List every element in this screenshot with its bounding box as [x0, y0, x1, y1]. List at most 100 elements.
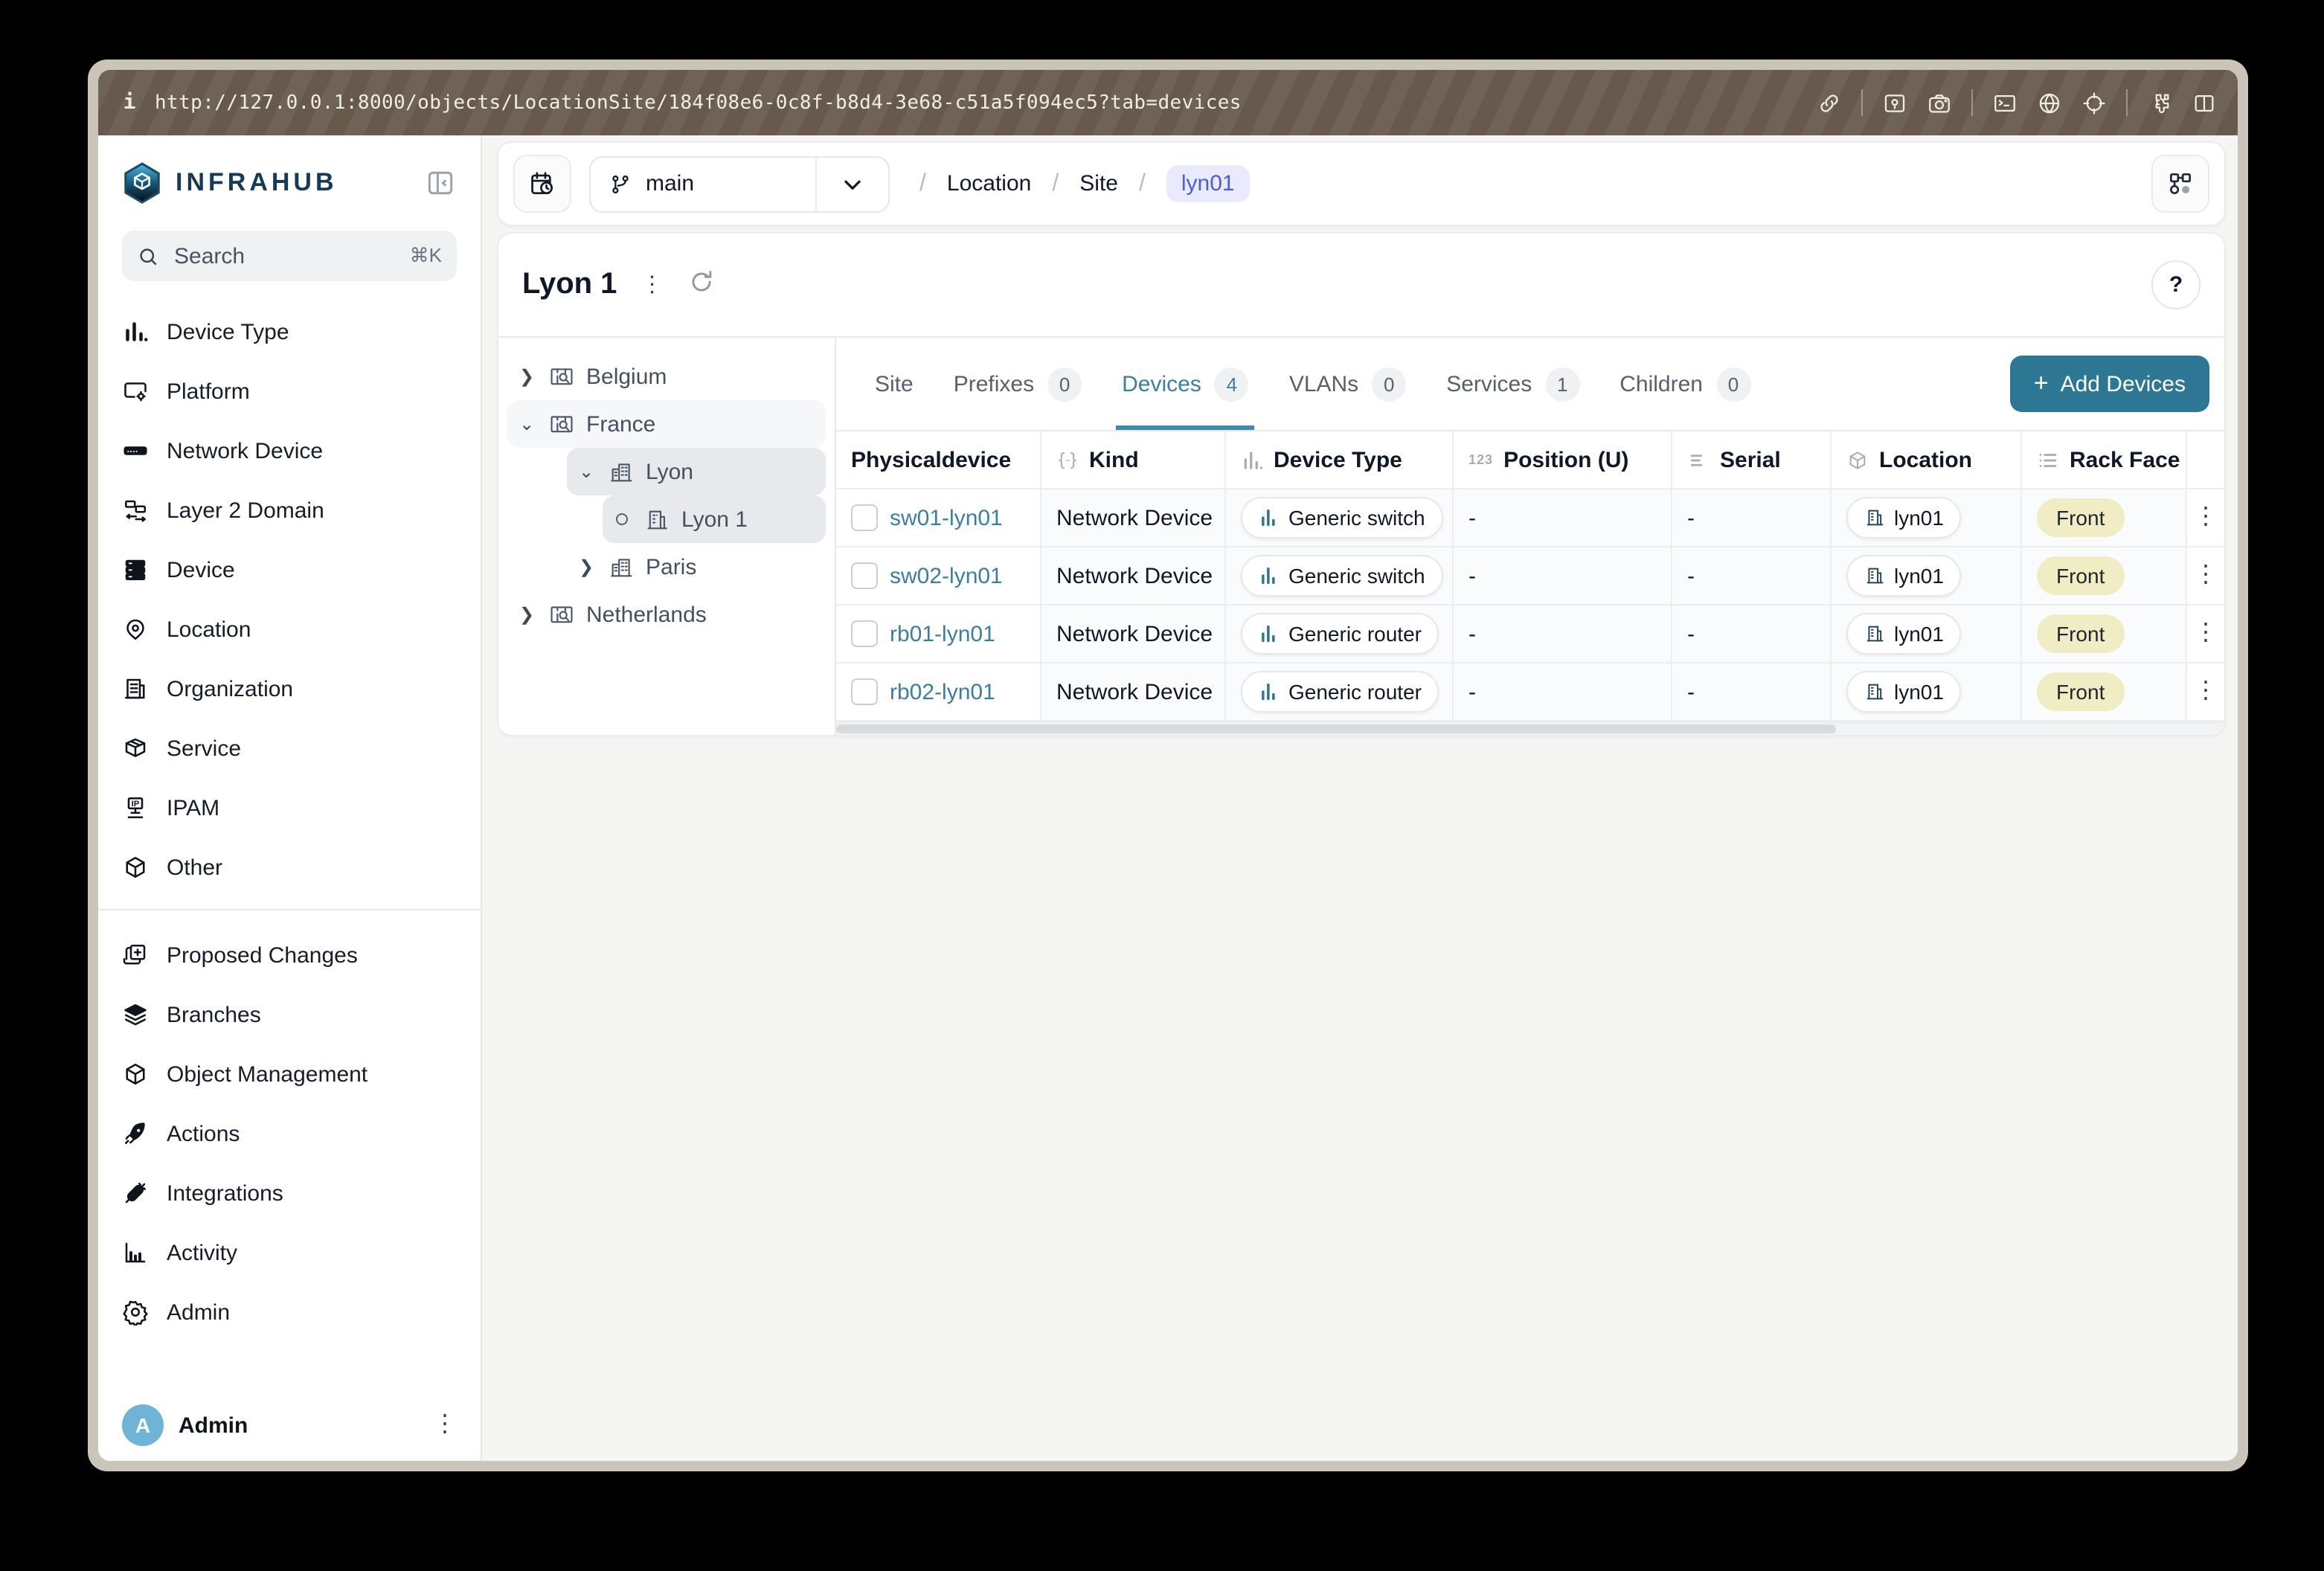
sidebar-item-admin[interactable]: Admin	[122, 1282, 457, 1342]
tab-site[interactable]: Site	[875, 338, 914, 430]
column-header-location[interactable]: Location	[1832, 431, 2022, 489]
tab-children[interactable]: Children0	[1620, 338, 1750, 430]
activity-chart-icon	[122, 1239, 149, 1266]
camera-icon[interactable]	[1927, 90, 1952, 115]
row-kebab-icon[interactable]: ⋮	[2194, 506, 2218, 530]
column-header-kind[interactable]: Kind	[1041, 431, 1226, 489]
row-checkbox[interactable]	[851, 620, 878, 647]
sidebar-item-service[interactable]: Service	[122, 719, 457, 778]
sidebar-item-network-device[interactable]: Network Device	[122, 421, 457, 481]
tree-item-label: Paris	[646, 554, 696, 579]
tree-item-belgium[interactable]: ❯ Belgium	[507, 353, 826, 400]
device-type-chip[interactable]: Generic router	[1241, 671, 1439, 713]
tree-item-netherlands[interactable]: ❯ Netherlands	[507, 591, 826, 638]
sidebar-item-label: Proposed Changes	[167, 942, 358, 968]
device-link[interactable]: sw01-lyn01	[890, 505, 1003, 530]
breadcrumb-item-location[interactable]: Location	[947, 171, 1031, 196]
table-row-cell-location: lyn01	[1832, 664, 2022, 722]
infrahub-logo-icon	[122, 161, 162, 205]
tree-item-france[interactable]: ⌄ France	[507, 400, 826, 448]
sidebar-item-integrations[interactable]: Integrations	[122, 1163, 457, 1223]
tabs: Site Prefixes0 Devices4 VLANs0 Services1…	[836, 338, 2224, 430]
scrollbar-thumb[interactable]	[836, 725, 1836, 733]
sidebar-item-label: Layer 2 Domain	[167, 498, 324, 523]
image-icon[interactable]	[1882, 90, 1907, 115]
sidebar-item-ipam[interactable]: IPIPAM	[122, 778, 457, 838]
sidebar-item-layer-2-domain[interactable]: Layer 2 Domain	[122, 481, 457, 540]
row-kebab-icon[interactable]: ⋮	[2194, 564, 2218, 588]
help-button[interactable]: ?	[2151, 260, 2201, 309]
device-link[interactable]: sw02-lyn01	[890, 563, 1003, 588]
calendar-clock-icon	[528, 170, 556, 198]
tab-services[interactable]: Services1	[1446, 338, 1579, 430]
device-link[interactable]: rb02-lyn01	[890, 679, 995, 704]
tab-vlans[interactable]: VLANs0	[1289, 338, 1406, 430]
column-header-device-type[interactable]: Device Type	[1226, 431, 1454, 489]
device-type-chip[interactable]: Generic switch	[1241, 497, 1443, 539]
sidebar-item-organization[interactable]: Organization	[122, 659, 457, 719]
column-header-rack-face[interactable]: Rack Face	[2022, 431, 2187, 489]
user-row[interactable]: A Admin ⋮	[122, 1392, 457, 1446]
row-kebab-icon[interactable]: ⋮	[2194, 680, 2218, 704]
breadcrumb-item-site[interactable]: Site	[1079, 171, 1118, 196]
tab-prefixes[interactable]: Prefixes0	[954, 338, 1082, 430]
city-icon	[609, 554, 634, 579]
sidebar-item-activity[interactable]: Activity	[122, 1223, 457, 1282]
server-icon	[122, 437, 149, 464]
puzzle-icon[interactable]	[2147, 90, 2172, 115]
chart-bar-icon	[1259, 681, 1280, 702]
location-chip[interactable]: lyn01	[1846, 613, 1962, 655]
location-chip[interactable]: lyn01	[1846, 671, 1962, 713]
tree-item-lyon[interactable]: ⌄ Lyon	[567, 448, 826, 495]
row-checkbox[interactable]	[851, 504, 878, 531]
terminal-icon[interactable]	[1992, 90, 2018, 115]
tab-devices[interactable]: Devices4	[1122, 338, 1249, 430]
title-kebab-icon[interactable]: ⋮	[641, 274, 663, 296]
collapse-sidebar-icon[interactable]	[424, 167, 457, 199]
target-icon[interactable]	[2081, 90, 2107, 115]
location-chip[interactable]: lyn01	[1846, 497, 1962, 539]
tree-item-lyon-1[interactable]: Lyon 1	[603, 495, 826, 543]
search-input[interactable]	[171, 242, 398, 270]
sidebar-item-label: Branches	[167, 1002, 261, 1027]
sidebar-item-other[interactable]: Other	[122, 838, 457, 897]
time-travel-button[interactable]	[513, 155, 571, 213]
sidebar-item-proposed-changes[interactable]: Proposed Changes	[122, 925, 457, 985]
search-box[interactable]: ⌘K	[122, 231, 457, 281]
url-text[interactable]: http://127.0.0.1:8000/objects/LocationSi…	[155, 91, 1802, 114]
add-devices-button[interactable]: +Add Devices	[2010, 356, 2209, 412]
row-kebab-icon[interactable]: ⋮	[2194, 622, 2218, 646]
device-type-chip[interactable]: Generic router	[1241, 613, 1439, 655]
breadcrumb: / Location / Site / lyn01	[919, 165, 1250, 202]
rocket-icon	[122, 1120, 149, 1147]
user-menu-kebab-icon[interactable]: ⋮	[433, 1413, 457, 1437]
sidebar-item-platform[interactable]: Platform	[122, 362, 457, 421]
city-icon	[609, 459, 634, 484]
sidebar-item-location[interactable]: Location	[122, 600, 457, 659]
branch-selector[interactable]: main	[589, 155, 890, 212]
location-chip[interactable]: lyn01	[1846, 555, 1962, 597]
sidebar-item-device[interactable]: Device	[122, 540, 457, 600]
column-header-position[interactable]: 123Position (U)	[1454, 431, 1672, 489]
sidebar-item-device-type[interactable]: Device Type	[122, 302, 457, 362]
copy-doc-icon	[122, 942, 149, 968]
refresh-icon[interactable]	[687, 267, 715, 303]
sidebar-item-branches[interactable]: Branches	[122, 985, 457, 1044]
sidebar-item-object-management[interactable]: Object Management	[122, 1044, 457, 1104]
tree-item-paris[interactable]: ❯ Paris	[567, 543, 826, 591]
column-header-serial[interactable]: Serial	[1672, 431, 1832, 489]
gear-icon	[122, 1299, 149, 1326]
device-link[interactable]: rb01-lyn01	[890, 621, 995, 646]
breadcrumb-item-lyn01[interactable]: lyn01	[1166, 165, 1250, 202]
column-header-physicaldevice[interactable]: Physicaldevice	[836, 431, 1041, 489]
split-view-icon[interactable]	[2192, 90, 2217, 115]
schema-button[interactable]	[2151, 155, 2209, 213]
svg-text:IP: IP	[132, 800, 140, 809]
row-checkbox[interactable]	[851, 562, 878, 589]
chevron-down-icon	[839, 170, 866, 197]
globe-icon[interactable]	[2037, 90, 2062, 115]
row-checkbox[interactable]	[851, 678, 878, 705]
sidebar-item-actions[interactable]: Actions	[122, 1104, 457, 1163]
device-type-chip[interactable]: Generic switch	[1241, 555, 1443, 597]
link-icon[interactable]	[1817, 90, 1842, 115]
